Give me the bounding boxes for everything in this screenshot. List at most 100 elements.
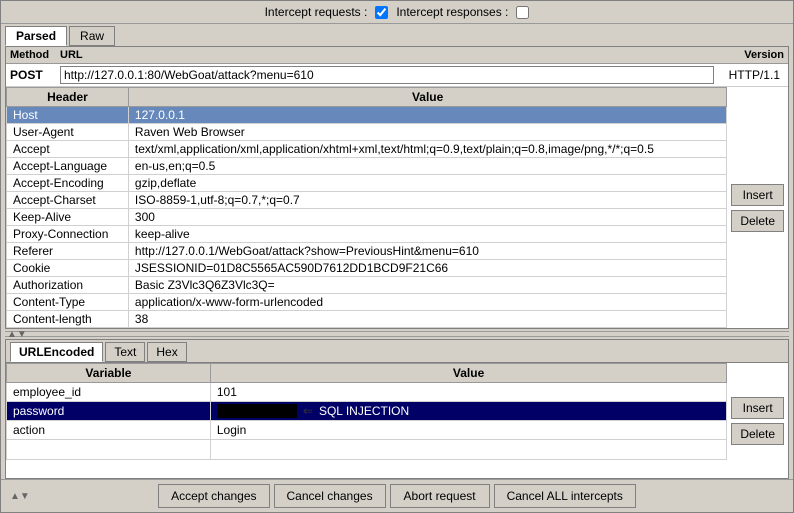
lower-side-buttons: Insert Delete [727, 363, 788, 478]
tab-raw[interactable]: Raw [69, 26, 115, 46]
headers-table-row[interactable]: Keep-Alive300 [7, 209, 727, 226]
lower-content: Variable Value employee_id101password ⇐ SQ… [6, 363, 788, 478]
headers-table-row[interactable]: Host127.0.0.1 [7, 107, 727, 124]
headers-table-row[interactable]: Accepttext/xml,application/xml,applicati… [7, 141, 727, 158]
header-value-cell: JSESSIONID=01D8C5565AC590D7612DD1BCD9F21… [128, 260, 726, 277]
params-table-wrap: Variable Value employee_id101password ⇐ SQ… [6, 363, 727, 478]
divider-arrows: ▲▼ [5, 329, 29, 340]
headers-table-row[interactable]: Proxy-Connectionkeep-alive [7, 226, 727, 243]
url-input[interactable] [60, 66, 714, 84]
header-name-cell: Content-length [7, 311, 129, 328]
header-value-cell: 127.0.0.1 [128, 107, 726, 124]
upper-side-buttons: Insert Delete [727, 87, 788, 328]
headers-table-row[interactable]: Accept-Languageen-us,en;q=0.5 [7, 158, 727, 175]
upper-tabs-row: Parsed Raw [1, 24, 793, 46]
header-name-cell: Keep-Alive [7, 209, 129, 226]
params-table-row[interactable]: password ⇐ SQL INJECTION [7, 402, 727, 421]
header-name-cell: User-Agent [7, 124, 129, 141]
headers-section: Header Value Host127.0.0.1User-AgentRave… [6, 87, 788, 328]
header-name-cell: Proxy-Connection [7, 226, 129, 243]
params-delete-button[interactable]: Delete [731, 423, 784, 445]
header-name-cell: Authorization [7, 277, 129, 294]
header-name-cell: Cookie [7, 260, 129, 277]
params-insert-button[interactable]: Insert [731, 397, 784, 419]
cancel-all-intercepts-button[interactable]: Cancel ALL intercepts [494, 484, 636, 508]
intercept-requests-label: Intercept requests : [265, 5, 368, 19]
value-col-th2: Value [210, 364, 726, 383]
header-value-cell: http://127.0.0.1/WebGoat/attack?show=Pre… [128, 243, 726, 260]
cancel-changes-button[interactable]: Cancel changes [274, 484, 386, 508]
accept-changes-button[interactable]: Accept changes [158, 484, 269, 508]
version-col-header: Version [714, 49, 784, 61]
password-box [217, 404, 297, 418]
params-table-row[interactable]: actionLogin [7, 421, 727, 440]
header-value-cell: en-us,en;q=0.5 [128, 158, 726, 175]
headers-table-row[interactable]: Refererhttp://127.0.0.1/WebGoat/attack?s… [7, 243, 727, 260]
method-col-header: Method [10, 49, 60, 61]
header-value-cell: 300 [128, 209, 726, 226]
params-table: Variable Value employee_id101password ⇐ SQ… [6, 363, 727, 460]
header-value-cell: text/xml,application/xml,application/xht… [128, 141, 726, 158]
param-value-cell: Login [210, 421, 726, 440]
header-name-cell: Host [7, 107, 129, 124]
param-value-cell: ⇐ SQL INJECTION [210, 402, 726, 421]
url-col-header: URL [60, 49, 714, 61]
header-name-cell: Accept-Language [7, 158, 129, 175]
param-variable-cell: employee_id [7, 383, 211, 402]
arrow-icon: ⇐ [303, 404, 313, 418]
header-value-cell: 38 [128, 311, 726, 328]
value-col-th: Value [128, 88, 726, 107]
tab-text[interactable]: Text [105, 342, 145, 362]
header-name-cell: Content-Type [7, 294, 129, 311]
header-name-cell: Accept-Charset [7, 192, 129, 209]
method-url-values-row: POST HTTP/1.1 [6, 64, 788, 87]
headers-table-row[interactable]: Accept-Encodinggzip,deflate [7, 175, 727, 192]
header-value-cell: ISO-8859-1,utf-8;q=0.7,*;q=0.7 [128, 192, 726, 209]
tab-hex[interactable]: Hex [147, 342, 186, 362]
top-bar: Intercept requests : Intercept responses… [1, 1, 793, 24]
lower-tabs-row: URLEncoded Text Hex [6, 340, 788, 363]
param-variable-cell: password [7, 402, 211, 421]
params-table-row[interactable]: employee_id101 [7, 383, 727, 402]
version-value: HTTP/1.1 [714, 68, 784, 82]
abort-request-button[interactable]: Abort request [390, 484, 490, 508]
param-value-cell: 101 [210, 383, 726, 402]
header-value-cell: keep-alive [128, 226, 726, 243]
tab-urlencoded[interactable]: URLEncoded [10, 342, 103, 362]
header-value-cell: Raven Web Browser [128, 124, 726, 141]
upper-panel: Method URL Version POST HTTP/1.1 Header [5, 46, 789, 329]
tab-parsed[interactable]: Parsed [5, 26, 67, 46]
sql-injection-label: SQL INJECTION [319, 404, 409, 418]
headers-table-row[interactable]: AuthorizationBasic Z3Vlc3Q6Z3Vlc3Q= [7, 277, 727, 294]
headers-table-row[interactable]: Accept-CharsetISO-8859-1,utf-8;q=0.7,*;q… [7, 192, 727, 209]
header-value-cell: Basic Z3Vlc3Q6Z3Vlc3Q= [128, 277, 726, 294]
headers-delete-button[interactable]: Delete [731, 210, 784, 232]
lower-panel: URLEncoded Text Hex Variable Value em [5, 339, 789, 479]
intercept-responses-checkbox[interactable] [516, 6, 529, 19]
bottom-bar: ▲▼ Accept changes Cancel changes Abort r… [1, 479, 793, 512]
intercept-responses-label: Intercept responses : [396, 5, 508, 19]
headers-table-row[interactable]: User-AgentRaven Web Browser [7, 124, 727, 141]
header-name-cell: Accept [7, 141, 129, 158]
param-variable-cell: action [7, 421, 211, 440]
header-value-cell: gzip,deflate [128, 175, 726, 192]
headers-table: Header Value Host127.0.0.1User-AgentRave… [6, 87, 727, 328]
headers-insert-button[interactable]: Insert [731, 184, 784, 206]
headers-table-wrap: Header Value Host127.0.0.1User-AgentRave… [6, 87, 727, 328]
main-container: Intercept requests : Intercept responses… [0, 0, 794, 513]
method-value: POST [10, 68, 60, 82]
header-value-cell: application/x-www-form-urlencoded [128, 294, 726, 311]
variable-col-th: Variable [7, 364, 211, 383]
panel-divider: ▲▼ [5, 331, 789, 337]
headers-table-row[interactable]: Content-length38 [7, 311, 727, 328]
header-name-cell: Accept-Encoding [7, 175, 129, 192]
bottom-arrows: ▲▼ [8, 491, 32, 502]
headers-table-row[interactable]: Content-Typeapplication/x-www-form-urlen… [7, 294, 727, 311]
headers-table-row[interactable]: CookieJSESSIONID=01D8C5565AC590D7612DD1B… [7, 260, 727, 277]
method-url-header-row: Method URL Version [6, 47, 788, 64]
params-empty-row [7, 440, 727, 460]
header-name-cell: Referer [7, 243, 129, 260]
intercept-requests-checkbox[interactable] [375, 6, 388, 19]
header-col-th: Header [7, 88, 129, 107]
content-area: Parsed Raw Method URL Version POST HTTP/… [1, 24, 793, 512]
